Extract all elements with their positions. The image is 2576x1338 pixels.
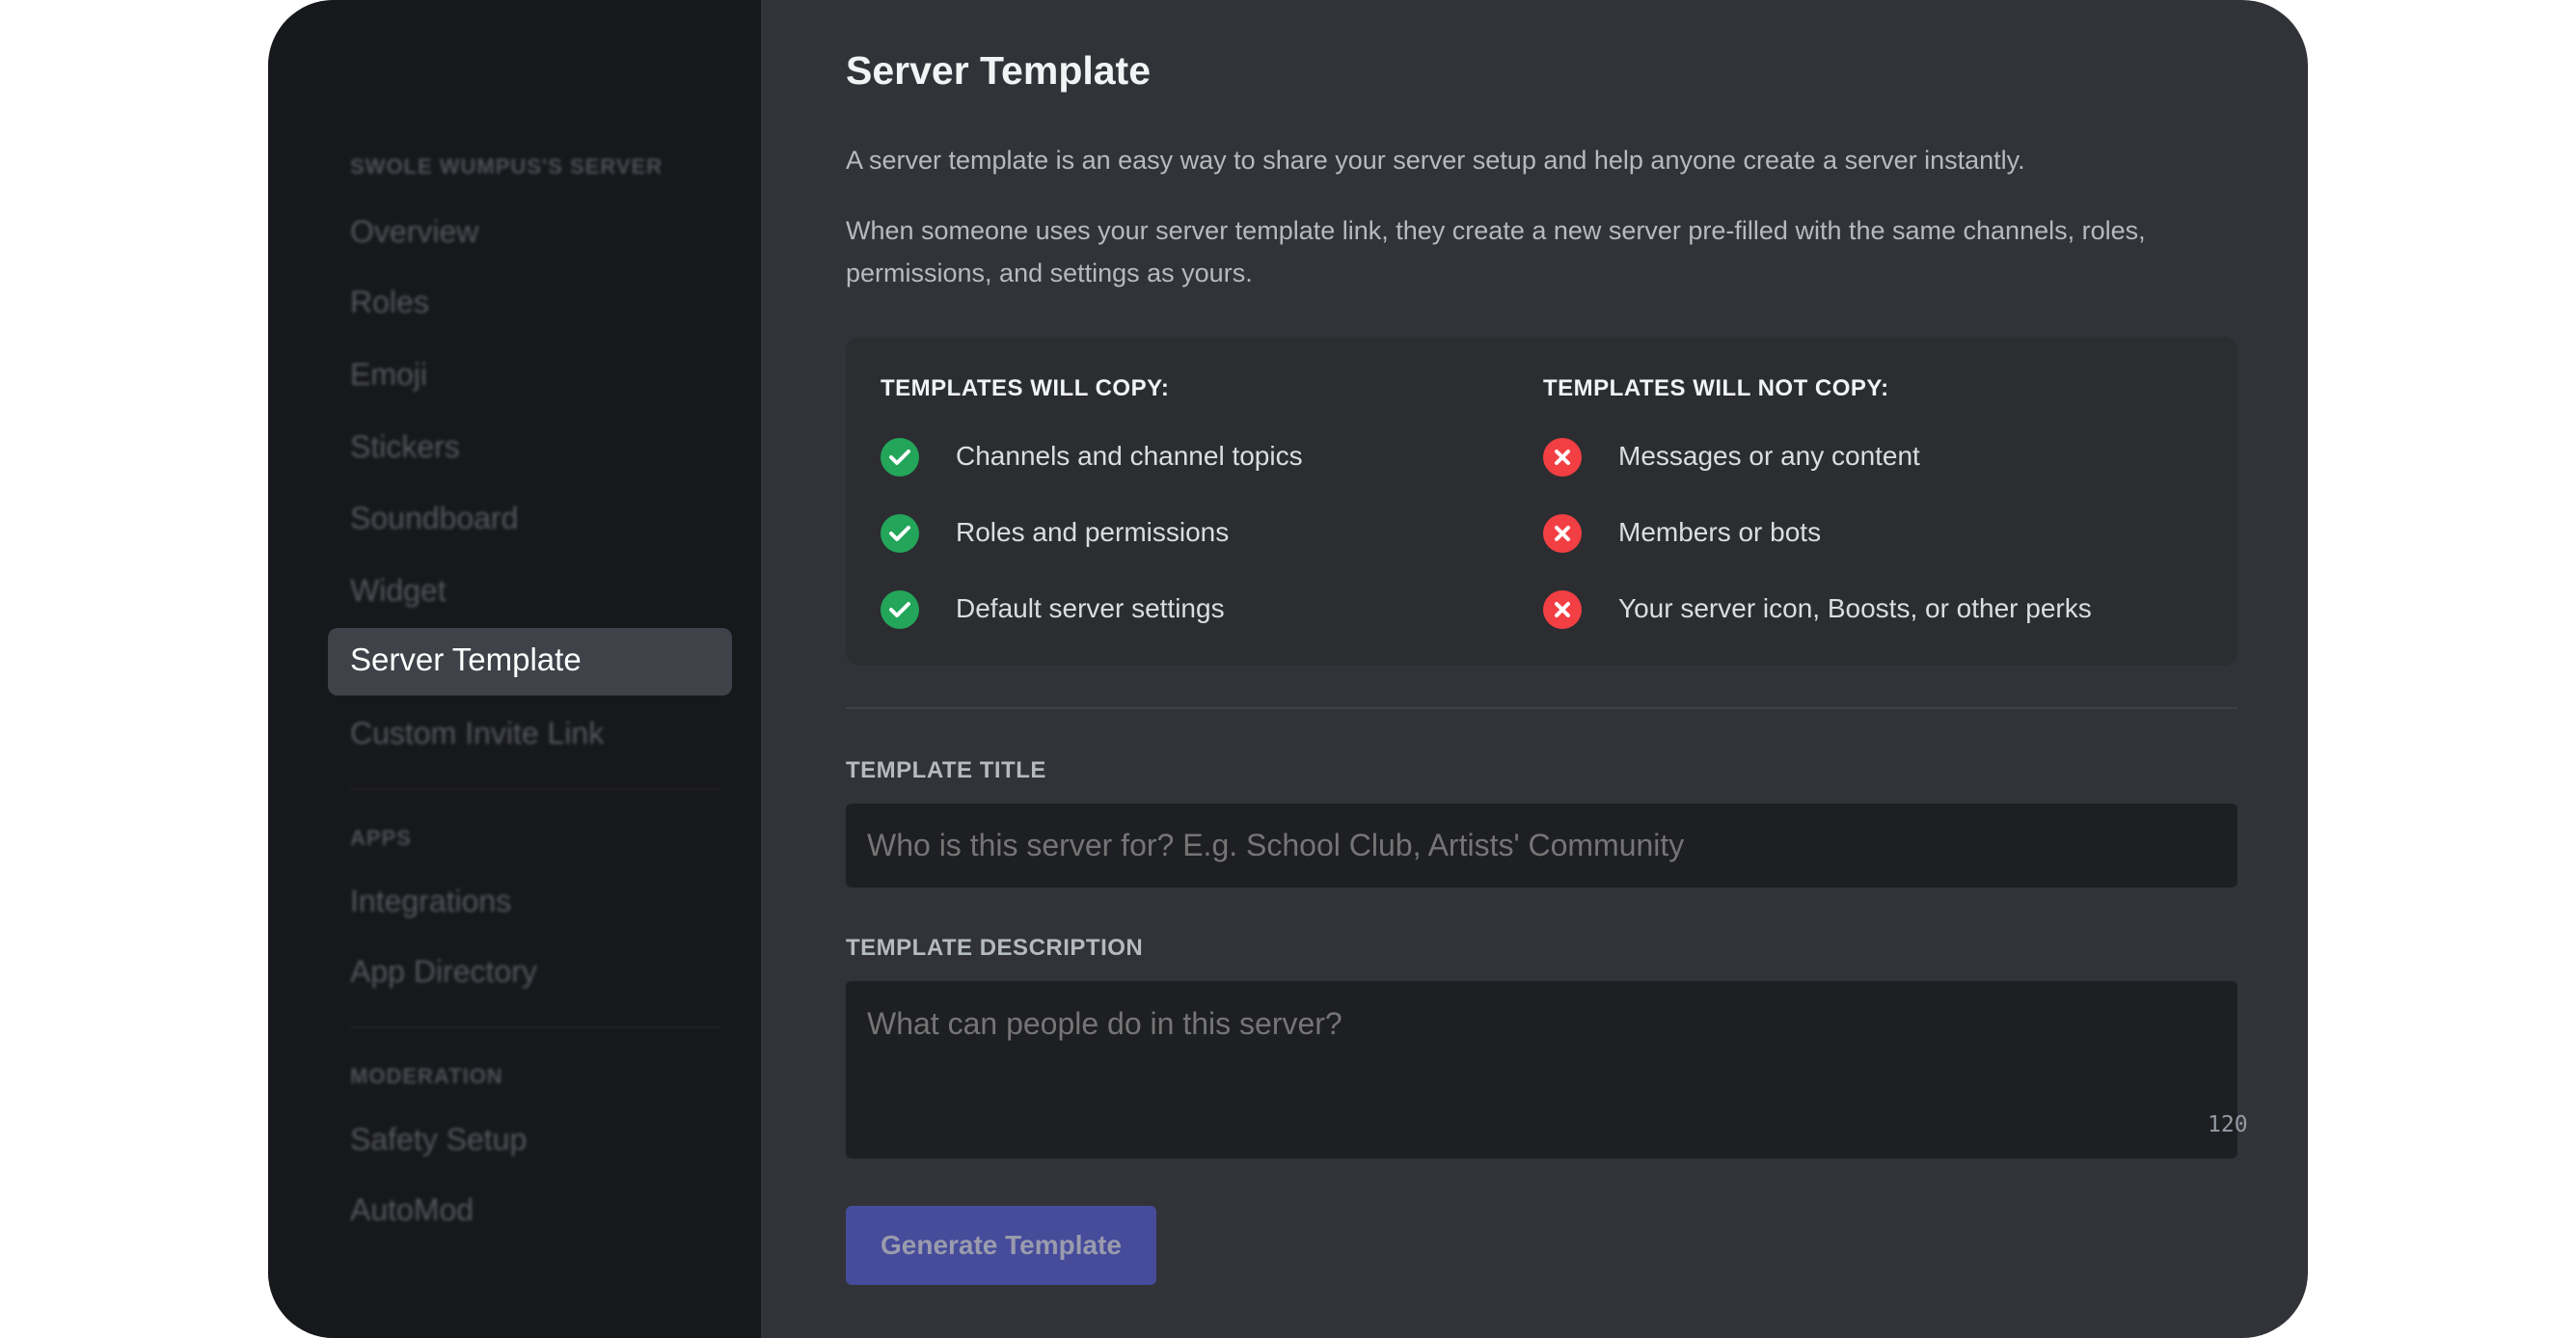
- character-counter: 120: [2208, 1112, 2248, 1137]
- sidebar-item-safety-setup[interactable]: Safety Setup: [350, 1122, 527, 1158]
- settings-window: SWOLE WUMPUS'S SERVER Overview Roles Emo…: [268, 0, 2308, 1338]
- sidebar-item-emoji[interactable]: Emoji: [350, 357, 427, 393]
- sidebar-header-moderation: MODERATION: [350, 1064, 503, 1088]
- sidebar-item-overview[interactable]: Overview: [350, 214, 478, 250]
- x-circle-icon: [1543, 438, 1582, 477]
- sidebar-item-stickers[interactable]: Stickers: [350, 429, 460, 465]
- x-circle-icon: [1543, 590, 1582, 629]
- sidebar-header-server: SWOLE WUMPUS'S SERVER: [350, 154, 664, 178]
- template-title-input[interactable]: [846, 804, 2237, 887]
- intro-text: A server template is an easy way to shar…: [846, 146, 2025, 175]
- sidebar-item-server-template[interactable]: Server Template: [328, 628, 732, 696]
- check-circle-icon: [881, 438, 919, 477]
- sidebar-item-integrations[interactable]: Integrations: [350, 884, 511, 919]
- sidebar-item-automod[interactable]: AutoMod: [350, 1192, 474, 1228]
- intro-text-2: When someone uses your server template l…: [846, 216, 2146, 287]
- template-description-label: TEMPLATE DESCRIPTION: [846, 935, 1144, 961]
- list-item: Messages or any content: [1618, 441, 1920, 471]
- page-title: Server Template: [846, 48, 1152, 93]
- template-title-label: TEMPLATE TITLE: [846, 757, 1046, 783]
- template-description-textarea[interactable]: [846, 981, 2237, 1159]
- will-not-copy-heading: TEMPLATES WILL NOT COPY:: [1543, 375, 1889, 401]
- sidebar-item-custom-invite-link[interactable]: Custom Invite Link: [350, 716, 604, 751]
- x-circle-icon: [1543, 514, 1582, 553]
- check-circle-icon: [881, 590, 919, 629]
- list-item: Your server icon, Boosts, or other perks: [1618, 593, 2092, 623]
- copy-info-box: TEMPLATES WILL COPY: TEMPLATES WILL NOT …: [846, 337, 2237, 666]
- sidebar-divider: [350, 788, 721, 790]
- will-copy-heading: TEMPLATES WILL COPY:: [881, 375, 1170, 401]
- main-content: Server Template A server template is an …: [761, 0, 2308, 1338]
- check-circle-icon: [881, 514, 919, 553]
- list-item: Roles and permissions: [956, 517, 1230, 547]
- generate-template-button[interactable]: Generate Template: [846, 1206, 1156, 1285]
- list-item: Default server settings: [956, 593, 1225, 623]
- divider: [846, 707, 2237, 709]
- sidebar-divider: [350, 1026, 721, 1028]
- sidebar-item-roles[interactable]: Roles: [350, 285, 429, 320]
- list-item: Channels and channel topics: [956, 441, 1303, 471]
- sidebar-item-app-directory[interactable]: App Directory: [350, 954, 537, 990]
- sidebar: SWOLE WUMPUS'S SERVER Overview Roles Emo…: [268, 0, 761, 1338]
- sidebar-item-soundboard[interactable]: Soundboard: [350, 501, 518, 536]
- sidebar-item-widget[interactable]: Widget: [350, 573, 447, 609]
- sidebar-header-apps: APPS: [350, 826, 412, 850]
- list-item: Members or bots: [1618, 517, 1822, 547]
